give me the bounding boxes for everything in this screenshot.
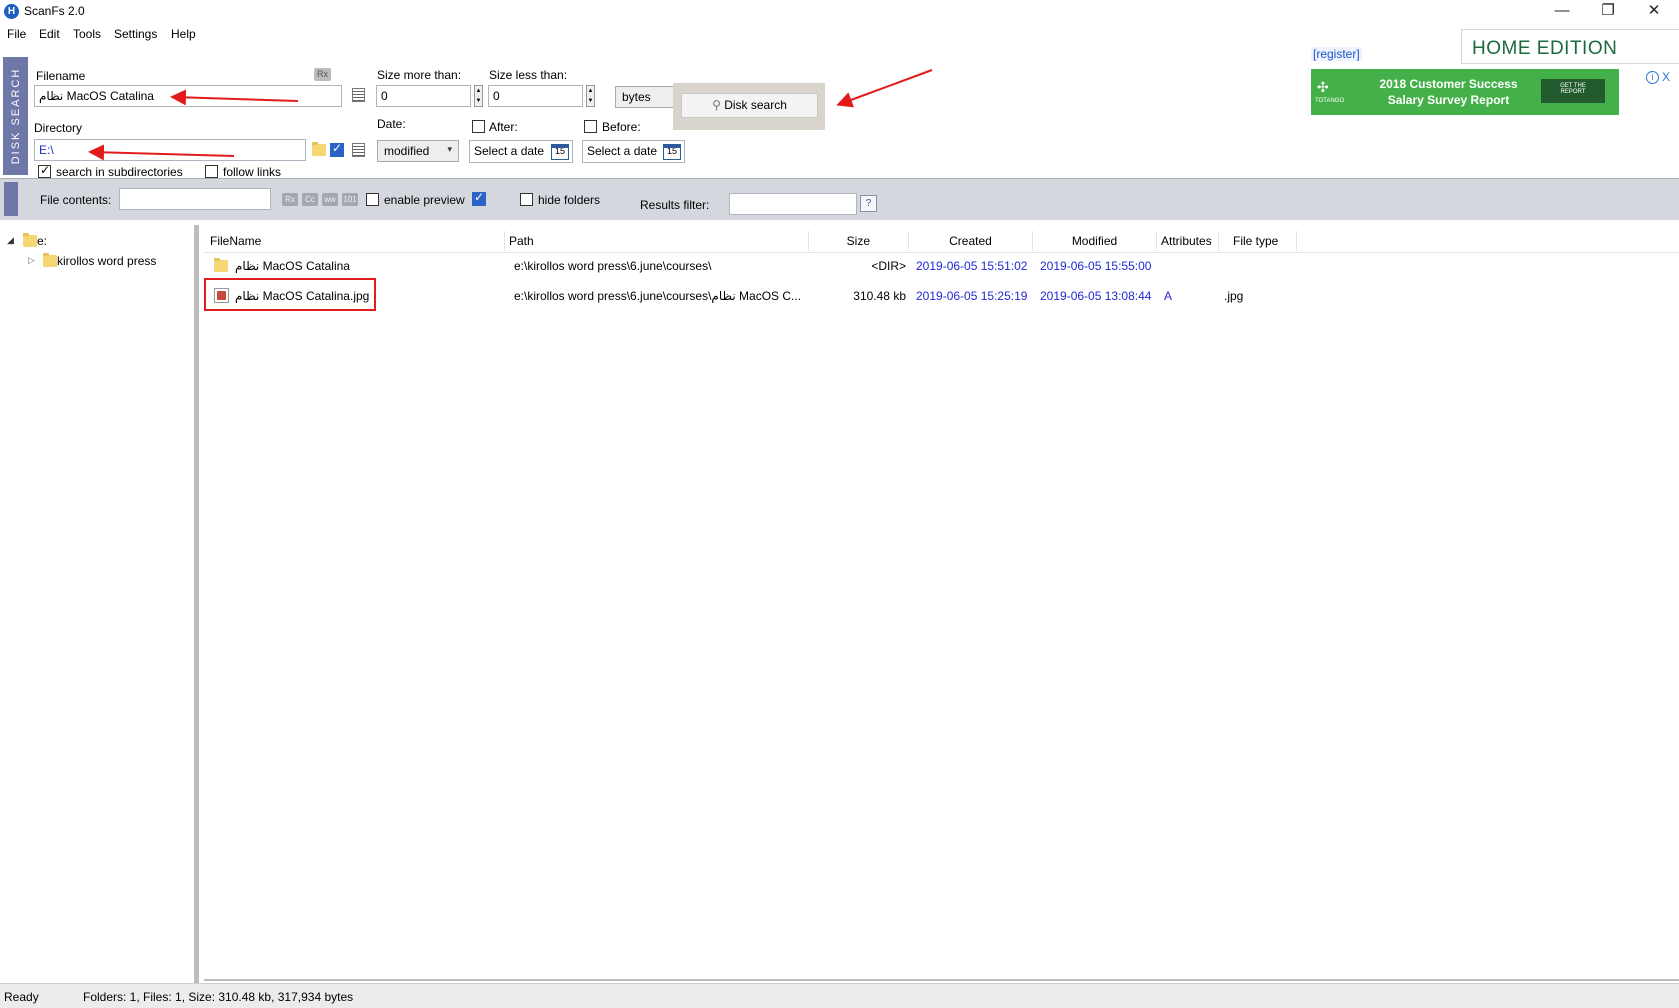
folder-icon: [43, 253, 57, 267]
column-created[interactable]: Created: [909, 231, 1033, 251]
edition-label: HOME EDITION: [1461, 29, 1679, 64]
status-bar: Ready Folders: 1, Files: 1, Size: 310.48…: [0, 983, 1679, 1008]
column-filename[interactable]: FileName: [210, 231, 505, 251]
table-row[interactable]: نظام MacOS Catalina.jpg e:\kirollos word…: [204, 285, 1679, 307]
results-bottom-border: [204, 979, 1679, 981]
hide-folders-label: hide folders: [538, 193, 601, 207]
column-modified[interactable]: Modified: [1033, 231, 1157, 251]
preview-dropdown-icon[interactable]: [472, 190, 486, 206]
case-sensitive-icon[interactable]: Cc: [302, 193, 318, 206]
ad-cta-line2: REPORT: [1560, 89, 1586, 95]
row-size: 310.48 kb: [853, 289, 906, 303]
row-path: e:\kirollos word press\6.june\courses\نظ…: [514, 289, 802, 303]
regex-icon[interactable]: Rx: [282, 193, 298, 206]
row-modified: 2019-06-05 13:08:44: [1040, 289, 1152, 303]
row-modified: 2019-06-05 15:55:00: [1040, 259, 1152, 273]
help-icon[interactable]: ?: [860, 195, 877, 212]
ad-close-icon[interactable]: X: [1662, 70, 1670, 84]
row-filename: نظام MacOS Catalina: [235, 259, 350, 273]
folder-icon: [23, 233, 37, 247]
directory-arrow: [88, 144, 235, 161]
status-state: Ready: [4, 990, 39, 1004]
column-file-type[interactable]: File type: [1219, 231, 1297, 251]
results-filter-input[interactable]: [729, 193, 857, 215]
ad-brand: TOTANGO: [1315, 98, 1345, 104]
filename-arrow: [170, 89, 299, 106]
ad-line2: Salary Survey Report: [1387, 93, 1510, 107]
ad-banner[interactable]: ✣ TOTANGO 2018 Customer Success Salary S…: [1311, 69, 1619, 115]
file-contents-input[interactable]: [119, 188, 271, 210]
file-contents-label: File contents:: [40, 193, 112, 207]
toolbar-tab-marker: [4, 182, 18, 216]
highlight-box: [204, 278, 376, 311]
hide-folders-checkbox[interactable]: [520, 193, 533, 206]
tree-expand-icon[interactable]: ◢: [7, 235, 14, 246]
tree-collapse-icon[interactable]: ▷: [28, 255, 35, 266]
ad-logo-icon: ✣: [1317, 79, 1329, 95]
row-path: e:\kirollos word press\6.june\courses\: [514, 259, 712, 273]
folder-icon: [214, 258, 228, 272]
row-created: 2019-06-05 15:51:02: [916, 259, 1028, 273]
binary-icon[interactable]: 101: [342, 193, 358, 206]
table-row[interactable]: نظام MacOS Catalina e:\kirollos word pre…: [204, 255, 1679, 277]
folder-tree: ◢ e: ▷ kirollos word press: [0, 225, 199, 983]
whole-word-icon[interactable]: ww: [322, 193, 338, 206]
search-button-arrow: [836, 69, 933, 108]
ad-cta-button[interactable]: GET THE REPORT: [1541, 79, 1605, 103]
row-attributes: A: [1164, 289, 1173, 303]
results-filter-label: Results filter:: [640, 198, 710, 212]
column-size[interactable]: Size: [809, 231, 909, 251]
row-size: <DIR>: [871, 259, 906, 273]
ad-info-icon[interactable]: i: [1646, 71, 1659, 84]
column-attributes[interactable]: Attributes: [1157, 231, 1219, 251]
tree-root-label[interactable]: e:: [37, 234, 47, 248]
enable-preview-label: enable preview: [384, 193, 465, 207]
column-path[interactable]: Path: [509, 231, 809, 251]
enable-preview-checkbox[interactable]: [366, 193, 379, 206]
tree-item-kirollos[interactable]: kirollos word press: [57, 254, 156, 268]
ad-line1: 2018 Customer Success: [1379, 77, 1518, 91]
row-created: 2019-06-05 15:25:19: [916, 289, 1028, 303]
row-file-type: .jpg: [1224, 289, 1244, 303]
register-link[interactable]: [register]: [1311, 47, 1362, 61]
status-summary: Folders: 1, Files: 1, Size: 310.48 kb, 3…: [83, 990, 354, 1004]
